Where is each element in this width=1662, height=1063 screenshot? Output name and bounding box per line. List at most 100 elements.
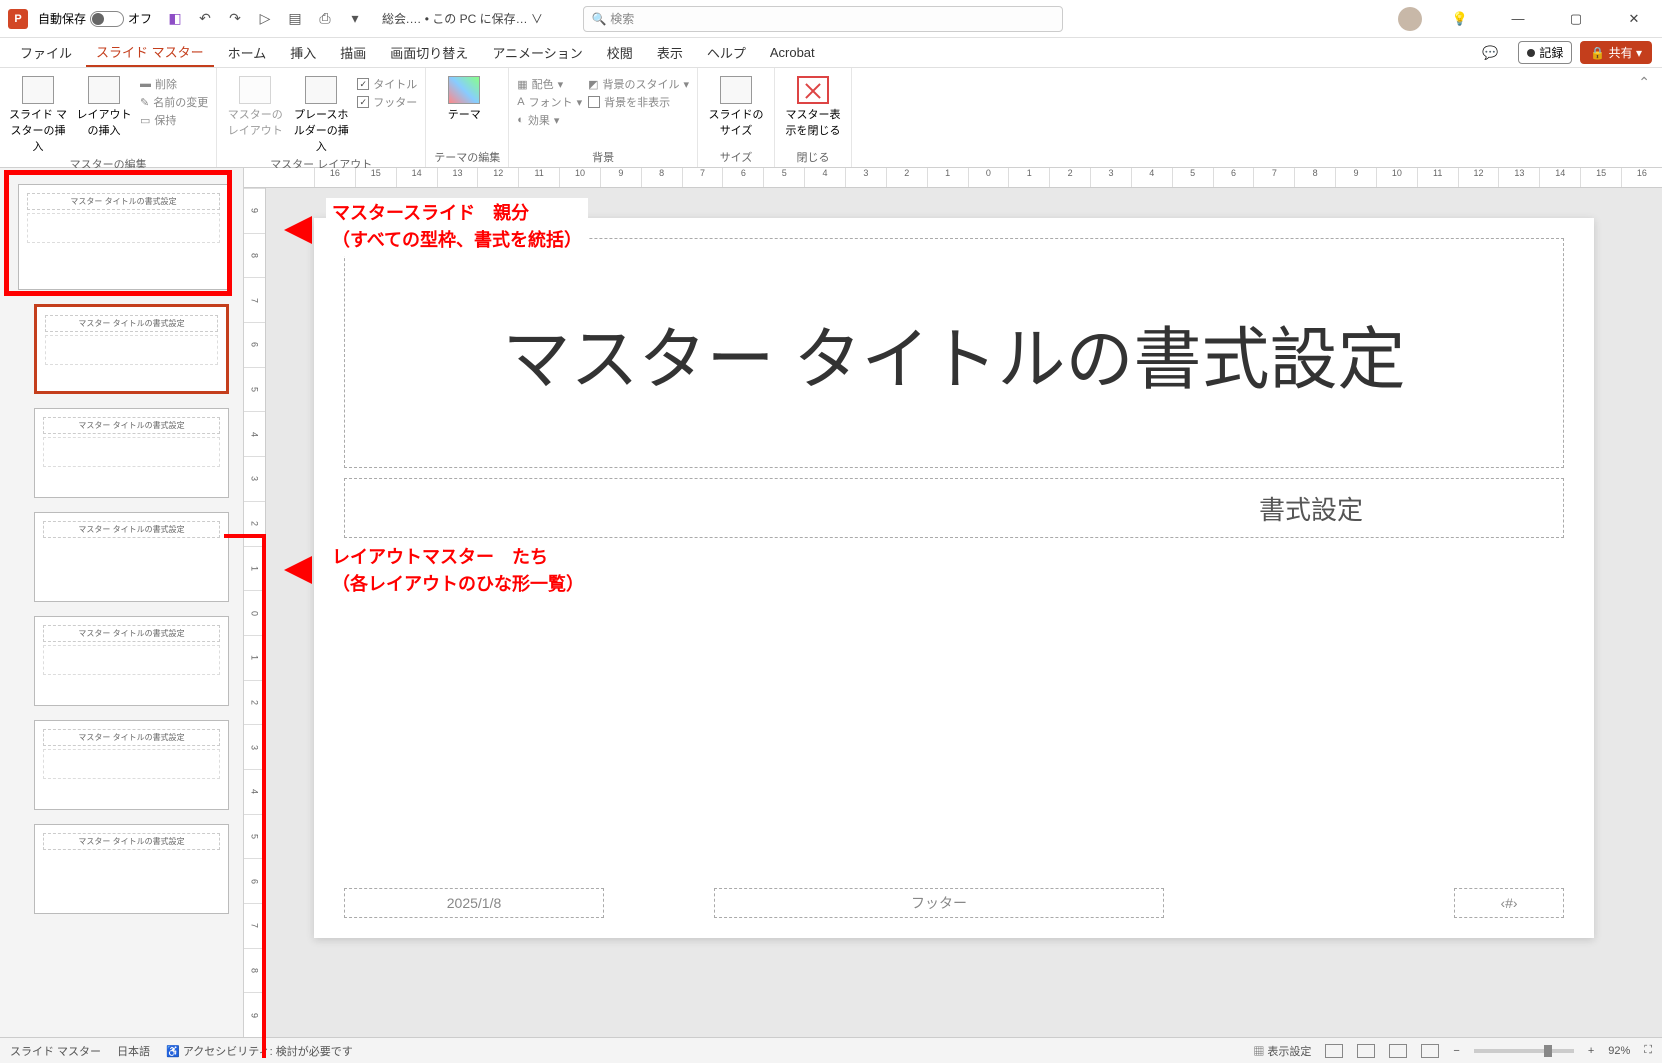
- toggle-switch[interactable]: [90, 11, 124, 27]
- tab-acrobat[interactable]: Acrobat: [760, 41, 825, 64]
- zoom-in-button[interactable]: +: [1588, 1045, 1594, 1057]
- autosave-toggle[interactable]: 自動保存 オフ: [38, 10, 152, 27]
- zoom-out-button[interactable]: −: [1453, 1045, 1459, 1057]
- slide-master-icon: [22, 76, 54, 104]
- close-button[interactable]: ✕: [1614, 4, 1654, 34]
- placeholder-icon: [305, 76, 337, 104]
- tab-draw[interactable]: 描画: [330, 39, 376, 66]
- qat-icon[interactable]: ▤: [286, 10, 304, 28]
- tab-help[interactable]: ヘルプ: [697, 39, 756, 66]
- master-layout-icon: [239, 76, 271, 104]
- display-settings[interactable]: ▦ 表示設定: [1253, 1043, 1311, 1059]
- workspace: 1 マスター タイトルの書式設定 マスター タイトルの書式設定 マスター タイト…: [0, 168, 1662, 1037]
- fonts-button[interactable]: A フォント ▾: [517, 94, 582, 110]
- title-placeholder[interactable]: マスター タイトルの書式設定: [344, 238, 1564, 468]
- tab-view[interactable]: 表示: [647, 39, 693, 66]
- date-placeholder[interactable]: 2025/1/8: [344, 888, 604, 918]
- save-icon[interactable]: ◧: [166, 10, 184, 28]
- title-checkbox[interactable]: ✓タイトル: [357, 76, 417, 92]
- normal-view-icon[interactable]: [1325, 1044, 1343, 1058]
- autosave-state: オフ: [128, 10, 152, 27]
- slide-size-icon: [720, 76, 752, 104]
- user-avatar[interactable]: [1398, 7, 1422, 31]
- slide-editor[interactable]: 1615141312111098765432101234567891011121…: [244, 168, 1662, 1037]
- group-label: 閉じる: [783, 147, 843, 165]
- share-button[interactable]: 🔒 共有 ▾: [1580, 41, 1652, 64]
- layout-thumbnail[interactable]: マスター タイトルの書式設定: [34, 720, 229, 810]
- preserve-button: ▭ 保持: [140, 112, 208, 128]
- record-button[interactable]: 記録: [1518, 41, 1572, 64]
- group-label: 背景: [517, 147, 689, 165]
- qat-more-icon[interactable]: ▾: [346, 10, 364, 28]
- status-accessibility[interactable]: ♿ アクセシビリティ: 検討が必要です: [166, 1043, 353, 1059]
- zoom-level[interactable]: 92%: [1608, 1045, 1630, 1057]
- annotation-line: [262, 538, 266, 1058]
- layout-icon: [88, 76, 120, 104]
- annotation-line: [224, 534, 266, 538]
- slidenumber-placeholder[interactable]: ‹#›: [1454, 888, 1564, 918]
- bg-styles-button[interactable]: ◩ 背景のスタイル ▾: [588, 76, 689, 92]
- sorter-view-icon[interactable]: [1357, 1044, 1375, 1058]
- tab-slide-master[interactable]: スライド マスター: [86, 38, 214, 67]
- layout-thumbnail[interactable]: マスター タイトルの書式設定: [34, 304, 229, 394]
- footer-placeholder[interactable]: フッター: [714, 888, 1164, 918]
- slideshow-view-icon[interactable]: [1421, 1044, 1439, 1058]
- maximize-button[interactable]: ▢: [1556, 4, 1596, 34]
- group-master-layout: マスターのレイアウト プレースホルダーの挿入 ✓タイトル ✓フッター マスター …: [217, 68, 426, 167]
- document-title[interactable]: 総会.… • この PC に保存… ∨: [382, 10, 543, 27]
- horizontal-ruler: 1615141312111098765432101234567891011121…: [244, 168, 1662, 188]
- slide-size-button[interactable]: スライドのサイズ: [706, 72, 766, 138]
- tab-insert[interactable]: 挿入: [280, 39, 326, 66]
- ribbon: スライド マスターの挿入 レイアウトの挿入 ▬ 削除 ✎ 名前の変更 ▭ 保持 …: [0, 68, 1662, 168]
- zoom-slider[interactable]: [1474, 1049, 1574, 1053]
- from-beginning-icon[interactable]: ▷: [256, 10, 274, 28]
- status-language[interactable]: 日本語: [117, 1043, 150, 1059]
- layout-thumbnail[interactable]: マスター タイトルの書式設定: [34, 616, 229, 706]
- group-edit-master: スライド マスターの挿入 レイアウトの挿入 ▬ 削除 ✎ 名前の変更 ▭ 保持 …: [0, 68, 217, 167]
- tab-file[interactable]: ファイル: [10, 39, 82, 66]
- reading-view-icon[interactable]: [1389, 1044, 1407, 1058]
- annotation-arrow-icon: [284, 556, 312, 584]
- footer-checkbox[interactable]: ✓フッター: [357, 94, 417, 110]
- group-size: スライドのサイズ サイズ: [698, 68, 775, 167]
- tab-transitions[interactable]: 画面切り替え: [380, 39, 478, 66]
- tab-animations[interactable]: アニメーション: [482, 39, 592, 66]
- insert-layout-button[interactable]: レイアウトの挿入: [74, 72, 134, 138]
- thumb-index: 1: [4, 176, 10, 187]
- delete-button: ▬ 削除: [140, 76, 208, 92]
- group-label: サイズ: [706, 147, 766, 165]
- close-master-view-button[interactable]: マスター表示を閉じる: [783, 72, 843, 138]
- layout-thumbnail[interactable]: マスター タイトルの書式設定: [34, 512, 229, 602]
- comments-icon[interactable]: 💬: [1470, 38, 1510, 68]
- search-input[interactable]: 🔍 検索: [583, 6, 1063, 32]
- themes-button[interactable]: テーマ: [434, 72, 494, 122]
- colors-button[interactable]: ▦ 配色 ▾: [517, 76, 582, 92]
- hide-bg-checkbox[interactable]: 背景を非表示: [588, 94, 689, 110]
- autosave-label: 自動保存: [38, 10, 86, 27]
- layout-thumbnail[interactable]: マスター タイトルの書式設定: [34, 824, 229, 914]
- master-layout-button: マスターのレイアウト: [225, 72, 285, 138]
- group-theme: テーマ テーマの編集: [426, 68, 509, 167]
- record-dot-icon: [1527, 49, 1535, 57]
- group-label: テーマの編集: [434, 147, 500, 165]
- subtitle-placeholder[interactable]: 書式設定: [344, 478, 1564, 538]
- redo-icon[interactable]: ↷: [226, 10, 244, 28]
- effects-button[interactable]: ◐ 効果 ▾: [517, 112, 582, 128]
- minimize-button[interactable]: —: [1498, 4, 1538, 34]
- layout-thumbnail[interactable]: マスター タイトルの書式設定: [34, 408, 229, 498]
- close-icon: [797, 76, 829, 104]
- qat-icon[interactable]: ⎙: [316, 10, 334, 28]
- master-thumbnail[interactable]: マスター タイトルの書式設定: [18, 184, 229, 290]
- group-background: ▦ 配色 ▾ A フォント ▾ ◐ 効果 ▾ ◩ 背景のスタイル ▾ 背景を非表…: [509, 68, 698, 167]
- tab-review[interactable]: 校閲: [597, 39, 643, 66]
- thumbnail-pane[interactable]: 1 マスター タイトルの書式設定 マスター タイトルの書式設定 マスター タイト…: [0, 168, 244, 1037]
- insert-placeholder-button[interactable]: プレースホルダーの挿入: [291, 72, 351, 154]
- annotation-master: マスタースライド 親分 （すべての型枠、書式を統括）: [326, 198, 588, 256]
- rename-button[interactable]: ✎ 名前の変更: [140, 94, 208, 110]
- fit-to-window-icon[interactable]: ⛶: [1644, 1044, 1652, 1057]
- collapse-ribbon-icon[interactable]: ⌃: [1626, 68, 1662, 167]
- insert-slide-master-button[interactable]: スライド マスターの挿入: [8, 72, 68, 154]
- lightbulb-icon[interactable]: 💡: [1440, 4, 1480, 34]
- undo-icon[interactable]: ↶: [196, 10, 214, 28]
- tab-home[interactable]: ホーム: [218, 39, 277, 66]
